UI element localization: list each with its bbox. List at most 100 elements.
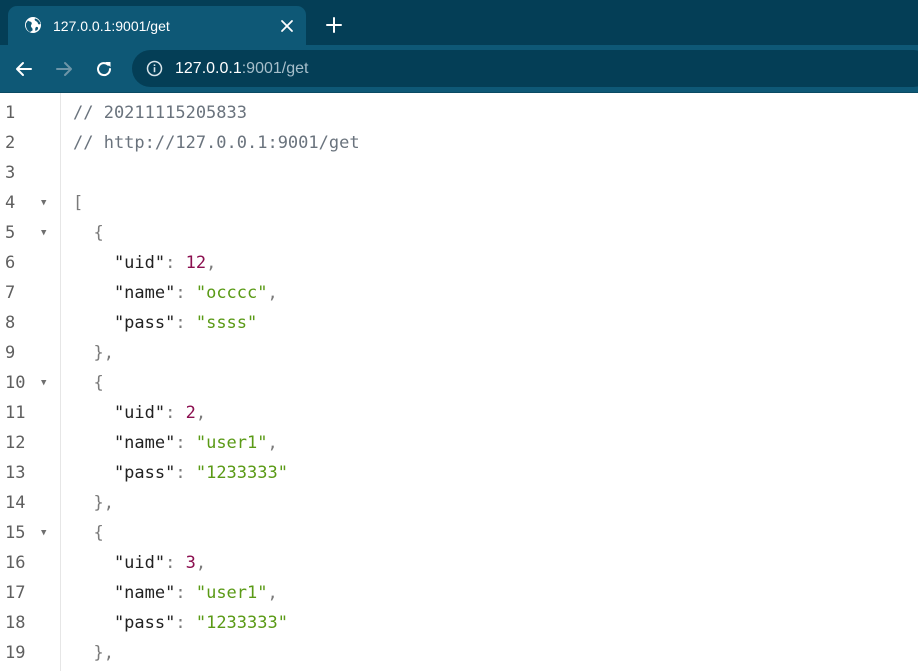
token-punct: , [206,253,217,273]
token-punct: }, [73,643,114,663]
line-number: 14 [5,493,26,513]
back-arrow-icon[interactable] [13,58,35,80]
new-tab-plus-icon[interactable] [324,15,344,35]
code-line: 10 ▼ { [0,368,918,398]
token-num: 12 [185,253,207,273]
code-text: // 20211115205833 [73,98,247,128]
code-text: // http://127.0.0.1:9001/get [73,128,360,158]
json-viewer: 1 // 20211115205833 2 // http://127.0.0.1:9… [0,93,918,671]
browser-tab[interactable]: 127.0.0.1:9001/get [8,6,306,45]
token-num: 2 [185,403,196,423]
code-text: "pass": "1233333" [73,458,288,488]
token-key: "name" [73,433,176,453]
token-key: "name" [73,283,176,303]
line-number: 13 [5,463,26,483]
fold-toggle-icon[interactable]: ▼ [41,518,51,548]
fold-toggle-icon[interactable]: ▼ [41,188,51,218]
token-punct: , [267,583,278,603]
code-line: 16 "uid": 3, [0,548,918,578]
token-str: "ssss" [195,313,258,333]
code-line: 9 }, [0,338,918,368]
code-line: 3 [0,158,918,188]
token-punct: , [195,553,207,573]
close-icon[interactable] [278,17,296,35]
token-punct: { [73,373,104,393]
code-text: { [73,518,104,548]
token-key: "name" [73,583,176,603]
fold-toggle-icon[interactable]: ▼ [41,368,51,398]
line-number: 11 [5,403,26,423]
code-text: "name": "user1", [73,428,278,458]
code-line: 17 "name": "user1", [0,578,918,608]
line-number: 19 [5,643,26,663]
line-number: 6 [5,253,16,273]
line-number: 4 [5,193,16,213]
token-str: "1233333" [195,463,288,483]
code-line: 6 "uid": 12, [0,248,918,278]
token-punct: , [267,433,278,453]
code-line: 8 "pass": "ssss" [0,308,918,338]
url-path: :9001/get [241,60,309,77]
token-punct: : [175,313,196,333]
code-line: 12 "name": "user1", [0,428,918,458]
token-str: "user1" [195,583,268,603]
token-punct: , [195,403,207,423]
forward-arrow-icon[interactable] [53,58,75,80]
code-line: 7 "name": "occcc", [0,278,918,308]
code-text: }, [73,488,113,518]
token-punct: { [73,523,104,543]
line-number: 5 [5,223,16,243]
tab-title: 127.0.0.1:9001/get [53,18,170,34]
line-number: 2 [5,133,16,153]
tab-strip: 127.0.0.1:9001/get [0,0,918,45]
line-number: 18 [5,613,26,633]
line-number: 3 [5,163,16,183]
code-text: "pass": "1233333" [73,608,288,638]
info-icon[interactable] [146,60,163,77]
token-punct: : [175,613,196,633]
token-key: "pass" [73,463,176,483]
token-punct: : [165,553,186,573]
line-number: 15 [5,523,26,543]
token-punct: : [175,283,196,303]
reload-icon[interactable] [93,58,115,80]
token-str: "user1" [195,433,268,453]
code-text: "pass": "ssss" [73,308,257,338]
token-num: 3 [185,553,196,573]
code-text: [ [73,188,83,218]
line-number: 1 [5,103,16,123]
token-punct: : [175,463,196,483]
url-text: 127.0.0.1:9001/get [175,58,308,79]
token-comment: // 20211115205833 [73,103,247,123]
code-line: 18 "pass": "1233333" [0,608,918,638]
code-line: 15 ▼ { [0,518,918,548]
globe-icon [25,17,41,33]
code-line: 11 "uid": 2, [0,398,918,428]
token-key: "uid" [73,403,166,423]
code-line: 1 // 20211115205833 [0,98,918,128]
line-number: 8 [5,313,16,333]
fold-toggle-icon[interactable]: ▼ [41,218,51,248]
code-line: 19 }, [0,638,918,668]
line-number: 9 [5,343,16,363]
line-number: 12 [5,433,26,453]
code-text: { [73,218,103,248]
token-str: "occcc" [195,283,268,303]
token-comment: // http://127.0.0.1:9001/get [73,133,360,153]
code-line: 5 ▼ { [0,218,918,248]
code-line: 14 }, [0,488,918,518]
code-text: { [73,368,104,398]
url-host: 127.0.0.1 [175,60,242,77]
code-text: "name": "user1", [73,578,278,608]
line-number: 7 [5,283,16,303]
token-str: "1233333" [195,613,288,633]
browser-toolbar: 127.0.0.1:9001/get [0,45,918,93]
code-text: "uid": 12, [73,248,216,278]
token-punct: : [165,403,186,423]
line-number: 10 [5,373,26,393]
code-text: }, [73,638,114,668]
code-line: 2 // http://127.0.0.1:9001/get [0,128,918,158]
address-bar[interactable]: 127.0.0.1:9001/get [132,50,918,87]
code-text: "name": "occcc", [73,278,278,308]
line-number: 16 [5,553,26,573]
